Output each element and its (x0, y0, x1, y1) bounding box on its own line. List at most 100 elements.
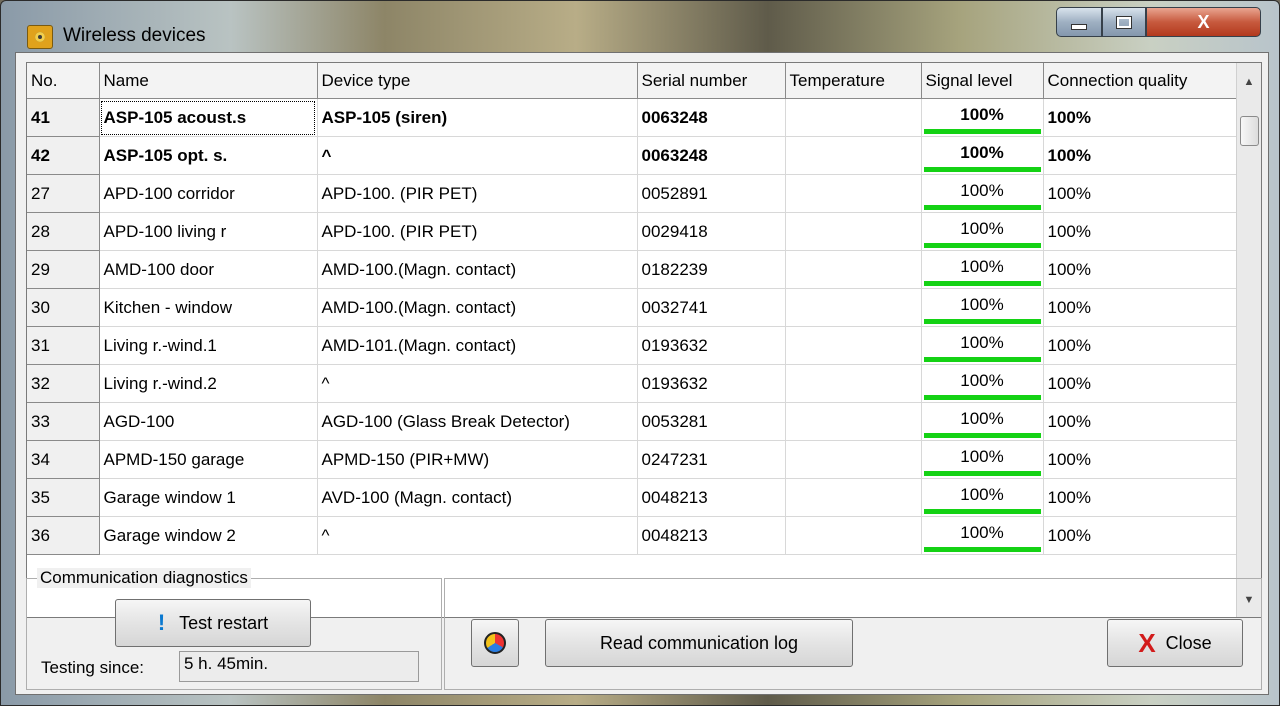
cell-connection-quality[interactable]: 100% (1043, 402, 1238, 441)
cell-no[interactable]: 29 (27, 250, 100, 289)
table-row[interactable]: 34 APMD-150 garage APMD-150 (PIR+MW) 024723… (27, 440, 1238, 479)
table-row[interactable]: 42 ASP-105 opt. s. ^ 0063248 100% 100% (27, 136, 1238, 175)
cell-name[interactable]: ASP-105 opt. s. (99, 136, 318, 175)
cell-name[interactable]: ASP-105 acoust.s (99, 98, 318, 137)
cell-temperature[interactable] (785, 250, 922, 289)
cell-serial-number[interactable]: 0048213 (637, 516, 786, 555)
table-row[interactable]: 29 AMD-100 door AMD-100.(Magn. contact) 018… (27, 250, 1238, 289)
cell-name[interactable]: Living r.-wind.1 (99, 326, 318, 365)
cell-connection-quality[interactable]: 100% (1043, 478, 1238, 517)
test-restart-button[interactable]: ! Test restart (115, 599, 311, 647)
table-row[interactable]: 41 ASP-105 acoust.s ASP-105 (siren) 0063248… (27, 98, 1238, 137)
vertical-scrollbar[interactable]: ▲ ▼ (1236, 63, 1261, 617)
cell-device-type[interactable]: ^ (317, 136, 638, 175)
read-communication-log-button[interactable]: Read communication log (545, 619, 853, 667)
cell-name[interactable]: Living r.-wind.2 (99, 364, 318, 403)
cell-serial-number[interactable]: 0032741 (637, 288, 786, 327)
column-header-connection-quality[interactable]: Connection quality (1043, 63, 1238, 99)
cell-serial-number[interactable]: 0029418 (637, 212, 786, 251)
table-row[interactable]: 30 Kitchen - window AMD-100.(Magn. contact… (27, 288, 1238, 327)
cell-device-type[interactable]: AMD-100.(Magn. contact) (317, 250, 638, 289)
column-header-signal-level[interactable]: Signal level (921, 63, 1044, 99)
table-row[interactable]: 27 APD-100 corridor APD-100. (PIR PET) 0052… (27, 174, 1238, 213)
cell-serial-number[interactable]: 0063248 (637, 98, 786, 137)
cell-name[interactable]: Kitchen - window (99, 288, 318, 327)
cell-name[interactable]: APD-100 living r (99, 212, 318, 251)
cell-no[interactable]: 36 (27, 516, 100, 555)
column-header-temperature[interactable]: Temperature (785, 63, 922, 99)
cell-device-type[interactable]: AMD-100.(Magn. contact) (317, 288, 638, 327)
cell-temperature[interactable] (785, 440, 922, 479)
cell-no[interactable]: 32 (27, 364, 100, 403)
cell-connection-quality[interactable]: 100% (1043, 98, 1238, 137)
cell-temperature[interactable] (785, 364, 922, 403)
cell-device-type[interactable]: AVD-100 (Magn. contact) (317, 478, 638, 517)
cell-temperature[interactable] (785, 288, 922, 327)
cell-temperature[interactable] (785, 212, 922, 251)
cell-name[interactable]: AGD-100 (99, 402, 318, 441)
window-close-button[interactable]: X (1146, 7, 1261, 37)
devices-grid[interactable]: No. Name Device type Serial number Tempe… (26, 62, 1262, 618)
cell-connection-quality[interactable]: 100% (1043, 212, 1238, 251)
scrollbar-thumb[interactable] (1240, 116, 1259, 146)
cell-temperature[interactable] (785, 402, 922, 441)
cell-connection-quality[interactable]: 100% (1043, 136, 1238, 175)
cell-temperature[interactable] (785, 98, 922, 137)
cell-serial-number[interactable]: 0048213 (637, 478, 786, 517)
cell-signal-level[interactable]: 100% (921, 174, 1044, 213)
cell-no[interactable]: 41 (27, 98, 100, 137)
cell-connection-quality[interactable]: 100% (1043, 516, 1238, 555)
table-row[interactable]: 28 APD-100 living r APD-100. (PIR PET) 0029… (27, 212, 1238, 251)
cell-connection-quality[interactable]: 100% (1043, 326, 1238, 365)
table-row[interactable]: 35 Garage window 1 AVD-100 (Magn. contact)… (27, 478, 1238, 517)
cell-device-type[interactable]: APD-100. (PIR PET) (317, 174, 638, 213)
cell-signal-level[interactable]: 100% (921, 98, 1044, 137)
column-header-name[interactable]: Name (99, 63, 318, 99)
cell-device-type[interactable]: ^ (317, 364, 638, 403)
cell-name[interactable]: Garage window 2 (99, 516, 318, 555)
cell-name[interactable]: AMD-100 door (99, 250, 318, 289)
cell-no[interactable]: 30 (27, 288, 100, 327)
cell-name[interactable]: Garage window 1 (99, 478, 318, 517)
cell-signal-level[interactable]: 100% (921, 402, 1044, 441)
cell-temperature[interactable] (785, 516, 922, 555)
cell-serial-number[interactable]: 0182239 (637, 250, 786, 289)
cell-temperature[interactable] (785, 174, 922, 213)
cell-no[interactable]: 34 (27, 440, 100, 479)
scroll-up-arrow-icon[interactable]: ▲ (1237, 71, 1261, 93)
log-icon-button[interactable] (471, 619, 519, 667)
cell-serial-number[interactable]: 0052891 (637, 174, 786, 213)
table-row[interactable]: 36 Garage window 2 ^ 0048213 100% 100% (27, 516, 1238, 555)
maximize-button[interactable] (1102, 7, 1146, 37)
cell-connection-quality[interactable]: 100% (1043, 250, 1238, 289)
cell-temperature[interactable] (785, 326, 922, 365)
cell-signal-level[interactable]: 100% (921, 250, 1044, 289)
cell-no[interactable]: 28 (27, 212, 100, 251)
cell-device-type[interactable]: ASP-105 (siren) (317, 98, 638, 137)
column-header-serial-number[interactable]: Serial number (637, 63, 786, 99)
cell-temperature[interactable] (785, 136, 922, 175)
cell-connection-quality[interactable]: 100% (1043, 364, 1238, 403)
cell-signal-level[interactable]: 100% (921, 440, 1044, 479)
minimize-button[interactable] (1056, 7, 1102, 37)
column-header-device-type[interactable]: Device type (317, 63, 638, 99)
cell-signal-level[interactable]: 100% (921, 364, 1044, 403)
cell-no[interactable]: 27 (27, 174, 100, 213)
cell-device-type[interactable]: ^ (317, 516, 638, 555)
cell-serial-number[interactable]: 0247231 (637, 440, 786, 479)
cell-serial-number[interactable]: 0193632 (637, 364, 786, 403)
cell-no[interactable]: 35 (27, 478, 100, 517)
cell-temperature[interactable] (785, 478, 922, 517)
cell-device-type[interactable]: AMD-101.(Magn. contact) (317, 326, 638, 365)
cell-serial-number[interactable]: 0193632 (637, 326, 786, 365)
cell-signal-level[interactable]: 100% (921, 478, 1044, 517)
table-row[interactable]: 33 AGD-100 AGD-100 (Glass Break Detector) 0… (27, 402, 1238, 441)
cell-device-type[interactable]: AGD-100 (Glass Break Detector) (317, 402, 638, 441)
title-bar[interactable]: Wireless devices X (1, 1, 1279, 49)
cell-device-type[interactable]: APMD-150 (PIR+MW) (317, 440, 638, 479)
cell-signal-level[interactable]: 100% (921, 326, 1044, 365)
cell-serial-number[interactable]: 0053281 (637, 402, 786, 441)
cell-no[interactable]: 33 (27, 402, 100, 441)
cell-device-type[interactable]: APD-100. (PIR PET) (317, 212, 638, 251)
cell-connection-quality[interactable]: 100% (1043, 440, 1238, 479)
